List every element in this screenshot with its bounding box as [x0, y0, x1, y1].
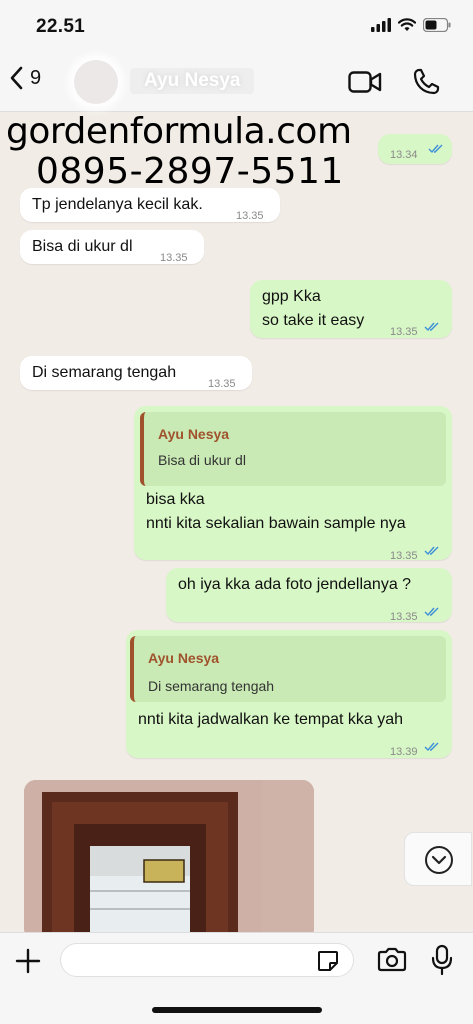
read-receipt-icon [424, 546, 439, 556]
back-button[interactable]: 9 [10, 66, 41, 90]
message-text-line: bisa kka [146, 491, 205, 508]
chevron-down-icon [425, 846, 453, 874]
message-time: 13.35 [390, 550, 418, 562]
message-time: 13.39 [390, 746, 418, 758]
scroll-to-bottom-button[interactable] [404, 832, 472, 886]
message-time: 13.35 [236, 210, 264, 222]
message-bubble-incoming[interactable]: Tp jendelanya kecil kak. 13.35 [20, 188, 280, 222]
camera-button[interactable] [376, 947, 408, 978]
message-bubble-outgoing[interactable]: 13.34 [378, 134, 452, 164]
read-receipt-icon [424, 607, 439, 617]
message-text: nnti kita jadwalkan ke tempat kka yah [138, 711, 404, 728]
watermark: gordenformula.com 0895-2897-5511 [6, 114, 352, 190]
read-receipt-icon [424, 742, 439, 752]
phone-icon [413, 68, 440, 95]
quoted-text: Di semarang tengah [148, 678, 275, 694]
message-bubble-incoming[interactable]: Bisa di ukur dl 13.35 [20, 230, 204, 264]
chat-header: 9 Ayu Nesya [0, 52, 473, 112]
quoted-sender: Ayu Nesya [148, 650, 220, 666]
image-message[interactable] [24, 780, 314, 940]
status-icons [371, 18, 451, 32]
plus-icon [15, 948, 41, 974]
message-composer [0, 932, 473, 1024]
attach-button[interactable] [14, 947, 42, 980]
watermark-phone: 0895-2897-5511 [36, 151, 344, 192]
message-input[interactable] [60, 943, 354, 977]
status-time: 22.51 [36, 16, 86, 37]
read-receipt-icon [424, 322, 439, 332]
quoted-sender: Ayu Nesya [158, 426, 230, 442]
quoted-text: Bisa di ukur dl [158, 452, 246, 468]
message-time: 13.35 [208, 378, 236, 390]
message-text: oh iya kka ada foto jendellanya ? [178, 576, 412, 593]
sticker-icon [318, 951, 338, 971]
message-text: Di semarang tengah [32, 364, 177, 381]
message-time: 13.35 [390, 326, 418, 338]
wifi-icon [398, 18, 416, 31]
message-text-line: gpp Kka [262, 288, 321, 305]
quoted-message[interactable]: Ayu Nesya Bisa di ukur dl [140, 412, 446, 486]
window-photo [24, 780, 314, 940]
watermark-site: gordenformula.com [6, 111, 352, 152]
status-bar: 22.51 [0, 0, 473, 52]
contact-name[interactable]: Ayu Nesya [130, 68, 255, 94]
sticker-button[interactable] [316, 949, 340, 978]
voice-call-button[interactable] [412, 68, 440, 101]
unread-count: 9 [30, 66, 42, 89]
message-text: Bisa di ukur dl [32, 238, 133, 255]
voice-note-button[interactable] [430, 943, 454, 982]
message-bubble-outgoing[interactable]: oh iya kka ada foto jendellanya ? 13.35 [166, 568, 452, 623]
camera-icon [377, 947, 407, 972]
message-bubble-outgoing[interactable]: gpp Kka so take it easy 13.35 [250, 280, 452, 338]
avatar[interactable] [74, 60, 118, 104]
message-bubble-outgoing[interactable]: Ayu Nesya Bisa di ukur dl bisa kka nnti … [134, 406, 452, 562]
read-receipt-icon [428, 144, 443, 154]
message-text-line: so take it easy [262, 312, 365, 329]
quoted-message[interactable]: Ayu Nesya Di semarang tengah [130, 636, 446, 702]
home-indicator [152, 1007, 322, 1013]
message-time: 13.34 [390, 149, 418, 161]
message-text-line: nnti kita sekalian bawain sample nya [146, 515, 406, 532]
message-text: Tp jendelanya kecil kak. [32, 196, 203, 213]
video-call-button[interactable] [348, 70, 382, 99]
message-time: 13.35 [160, 252, 188, 264]
signal-icon [371, 18, 391, 32]
battery-icon [423, 18, 451, 32]
message-time: 13.35 [390, 611, 418, 623]
message-bubble-outgoing[interactable]: Ayu Nesya Di semarang tengah nnti kita j… [126, 630, 452, 758]
message-bubble-incoming[interactable]: Di semarang tengah 13.35 [20, 356, 252, 390]
microphone-icon [431, 944, 453, 976]
back-chevron-icon [10, 66, 23, 90]
video-call-icon [348, 71, 382, 93]
